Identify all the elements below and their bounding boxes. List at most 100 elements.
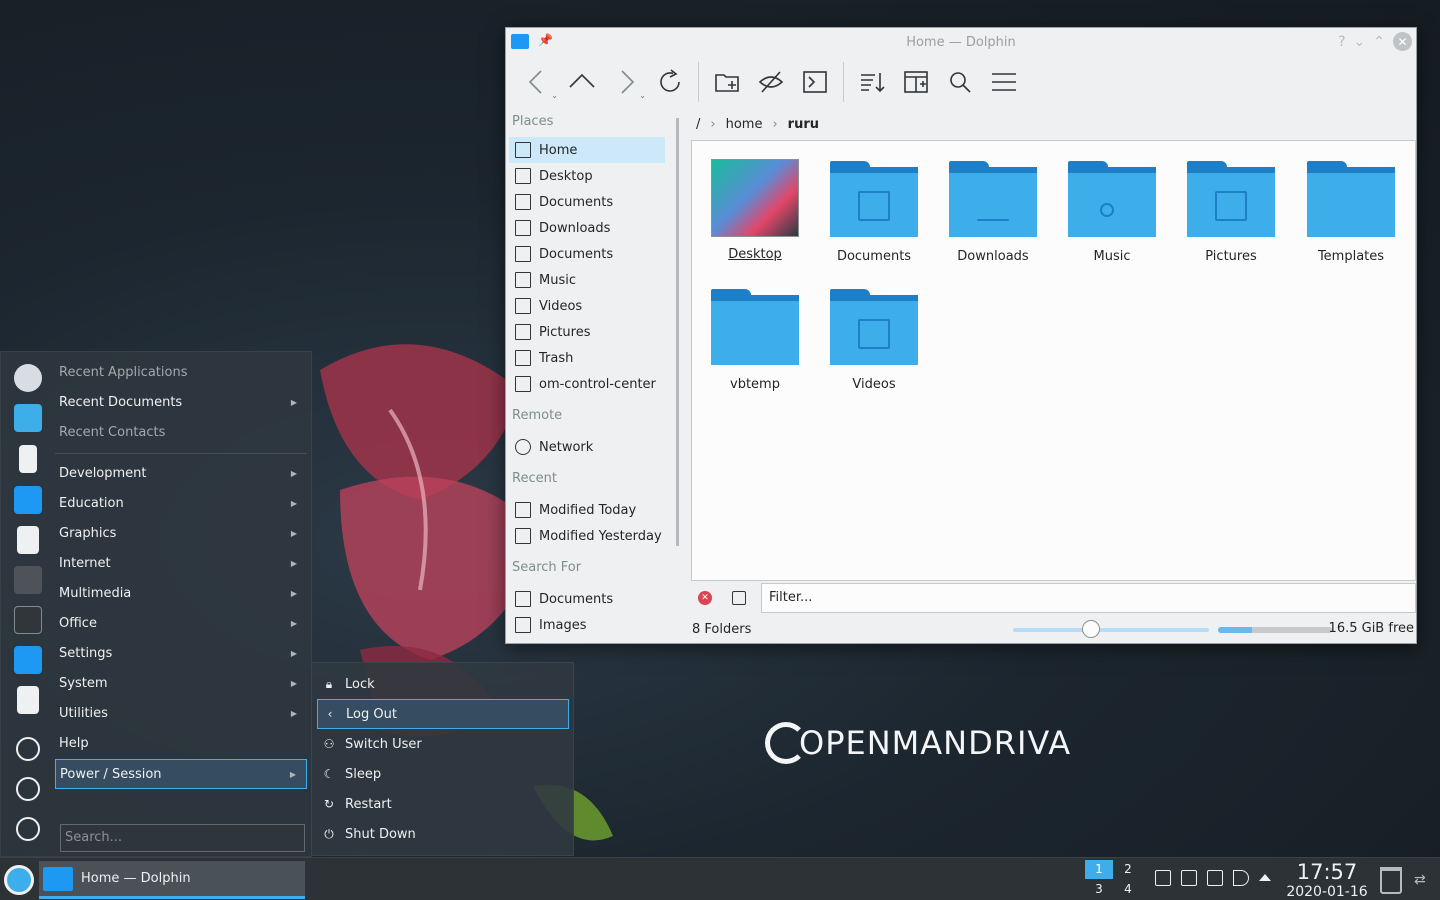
application-launcher-icon[interactable] [4, 865, 34, 895]
forward-button[interactable]: ⌄ [604, 62, 648, 102]
places-item-network[interactable]: Network [509, 434, 665, 460]
file-item-downloads[interactable]: Downloads [938, 159, 1048, 264]
file-item-pictures[interactable]: Pictures [1176, 159, 1286, 264]
volume-icon[interactable] [1233, 870, 1249, 886]
phone-app-icon[interactable] [19, 445, 37, 473]
lock-icon[interactable] [731, 591, 746, 605]
desktop-3[interactable]: 3 [1085, 880, 1113, 899]
title-bar[interactable]: 📌 Home — Dolphin ? ⌄ ⌃ ✕ [506, 28, 1416, 56]
terminal-app-icon[interactable] [14, 566, 42, 594]
desktop-2[interactable]: 2 [1114, 860, 1142, 879]
document-viewer-icon[interactable] [17, 686, 39, 714]
file-item-videos[interactable]: Videos [819, 287, 929, 392]
file-manager-icon[interactable] [14, 486, 42, 514]
text-editor-icon[interactable] [17, 526, 39, 554]
zoom-slider-handle[interactable] [1082, 620, 1100, 638]
settings-app-icon[interactable] [14, 606, 42, 634]
submenu-log-out[interactable]: ‹ Log Out [317, 699, 569, 729]
menu-recent-documents[interactable]: Recent Documents ▶ [55, 388, 307, 418]
chevron-down-icon[interactable]: ⌄ [639, 91, 646, 100]
back-button[interactable]: ⌄ [516, 62, 560, 102]
leave-icon[interactable] [16, 737, 40, 761]
file-item-vbtemp[interactable]: vbtemp [700, 287, 810, 392]
file-item-desktop[interactable]: Desktop [700, 159, 810, 262]
menu-utilities[interactable]: Utilities ▶ [55, 699, 307, 729]
menu-education[interactable]: Education ▶ [55, 489, 307, 519]
expand-tray-icon[interactable] [1259, 874, 1271, 881]
task-dolphin[interactable]: Home — Dolphin [39, 861, 305, 899]
places-item-documents-2[interactable]: Documents [509, 241, 665, 267]
menu-system[interactable]: System ▶ [55, 669, 307, 699]
dolphin-app-icon[interactable] [511, 34, 529, 49]
clipboard-icon[interactable] [1207, 870, 1223, 886]
breadcrumb-current[interactable]: ruru [788, 117, 819, 132]
places-item-search-images[interactable]: Images [509, 612, 665, 638]
menu-help[interactable]: Help [55, 729, 307, 759]
places-scrollbar[interactable] [676, 118, 679, 546]
desktop-4[interactable]: 4 [1114, 880, 1142, 899]
places-item-pictures[interactable]: Pictures [509, 319, 665, 345]
file-item-music[interactable]: Music [1057, 159, 1167, 264]
menu-search-input[interactable]: Search... [60, 824, 305, 852]
up-button[interactable] [560, 62, 604, 102]
maximize-icon[interactable]: ⌃ [1373, 34, 1385, 50]
chevron-down-icon[interactable]: ⌄ [551, 91, 558, 100]
menu-power-session[interactable]: Power / Session ▶ [55, 759, 307, 789]
power-icon[interactable] [16, 817, 40, 841]
help-icon[interactable]: ? [1338, 34, 1345, 50]
display-icon[interactable] [1155, 870, 1171, 886]
trash-icon[interactable] [1380, 867, 1402, 894]
notes-icon[interactable] [1181, 870, 1197, 886]
places-item-downloads[interactable]: Downloads [509, 215, 665, 241]
menu-office[interactable]: Office ▶ [55, 609, 307, 639]
places-item-home[interactable]: Home [509, 137, 665, 163]
show-hidden-button[interactable] [749, 62, 793, 102]
submenu-lock[interactable]: 🔒︎ Lock [317, 669, 569, 699]
search-button[interactable] [938, 62, 982, 102]
clear-filter-icon[interactable]: ✕ [698, 591, 712, 605]
new-folder-button[interactable] [705, 62, 749, 102]
file-view[interactable]: Desktop Documents Downloads Music Pictur… [691, 140, 1416, 581]
split-view-button[interactable] [894, 62, 938, 102]
eagle-app-icon[interactable] [14, 364, 42, 392]
menu-button[interactable] [982, 62, 1026, 102]
restart-icon[interactable] [16, 777, 40, 801]
places-item-modified-yesterday[interactable]: Modified Yesterday [509, 523, 665, 549]
minimize-icon[interactable]: ⌄ [1354, 34, 1366, 50]
breadcrumb-home[interactable]: home [726, 117, 763, 132]
terminal-button[interactable] [793, 62, 837, 102]
places-item-music[interactable]: Music [509, 267, 665, 293]
places-item-modified-today[interactable]: Modified Today [509, 497, 665, 523]
submenu-sleep[interactable]: ☾ Sleep [317, 759, 569, 789]
digital-clock[interactable]: 17:57 2020-01-16 [1282, 860, 1372, 900]
menu-settings[interactable]: Settings ▶ [55, 639, 307, 669]
places-item-search-documents[interactable]: Documents [509, 586, 665, 612]
places-item-documents[interactable]: Documents [509, 189, 665, 215]
menu-development[interactable]: Development ▶ [55, 459, 307, 489]
filter-input[interactable]: Filter... [760, 583, 1416, 613]
menu-multimedia[interactable]: Multimedia ▶ [55, 579, 307, 609]
menu-graphics[interactable]: Graphics ▶ [55, 519, 307, 549]
file-item-templates[interactable]: Templates [1296, 159, 1406, 264]
file-item-documents[interactable]: Documents [819, 159, 929, 264]
reload-button[interactable] [648, 62, 692, 102]
close-icon[interactable]: ✕ [1393, 32, 1412, 51]
places-item-trash[interactable]: Trash [509, 345, 665, 371]
submenu-restart[interactable]: ↻ Restart [317, 789, 569, 819]
pin-icon[interactable]: 📌 [538, 33, 553, 47]
menu-recent-applications[interactable]: Recent Applications [55, 358, 307, 388]
submenu-shut-down[interactable]: ⏻ Shut Down [317, 819, 569, 849]
panel-configure-icon[interactable]: ⇄ [1414, 872, 1426, 888]
software-center-icon[interactable] [14, 646, 42, 674]
breadcrumb-root[interactable]: / [696, 117, 700, 132]
menu-recent-contacts[interactable]: Recent Contacts [55, 418, 307, 448]
chat-app-icon[interactable] [14, 404, 42, 432]
places-item-om-control-center[interactable]: om-control-center [509, 371, 665, 397]
places-item-videos[interactable]: Videos [509, 293, 665, 319]
menu-internet[interactable]: Internet ▶ [55, 549, 307, 579]
places-item-desktop[interactable]: Desktop [509, 163, 665, 189]
submenu-switch-user[interactable]: ⚇ Switch User [317, 729, 569, 759]
desktop-1[interactable]: 1 [1085, 860, 1113, 879]
zoom-slider[interactable] [1013, 628, 1209, 632]
sort-button[interactable] [850, 62, 894, 102]
